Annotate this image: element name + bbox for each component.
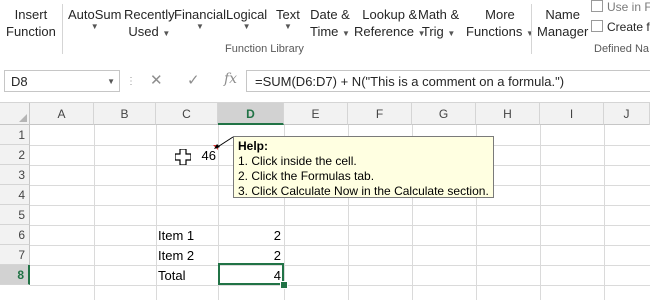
column-header-g[interactable]: G xyxy=(412,103,476,125)
column-header-j[interactable]: J xyxy=(604,103,650,125)
row-header-2[interactable]: 2 xyxy=(0,145,30,165)
math-trig-label-1: Math & xyxy=(418,7,460,22)
autosum-button[interactable]: AutoSum ▼ xyxy=(68,6,121,31)
formula-input[interactable]: =SUM(D6:D7) + N("This is a comment on a … xyxy=(246,70,650,92)
name-manager-label-2: Manager xyxy=(537,24,589,39)
column-header-d[interactable]: D xyxy=(218,103,284,125)
create-from-selection-label: Create fr xyxy=(607,20,650,34)
cell-c7[interactable]: Item 2 xyxy=(158,246,194,266)
column-header-i[interactable]: I xyxy=(540,103,604,125)
name-box[interactable]: D8 ▼ xyxy=(4,70,120,92)
text-label: Text xyxy=(276,7,300,22)
chevron-down-icon: ▼ xyxy=(90,22,99,31)
function-library-group-label: Function Library xyxy=(225,43,304,55)
recently-used-label-1: Recently xyxy=(124,7,175,22)
lookup-reference-label-2: Reference xyxy=(354,24,414,39)
insert-function-button[interactable]: Insert Function xyxy=(6,6,56,40)
fill-handle[interactable] xyxy=(280,281,288,289)
row-header-3[interactable]: 3 xyxy=(0,165,30,185)
cancel-icon[interactable]: ✕ xyxy=(150,71,163,89)
name-box-value: D8 xyxy=(11,74,28,89)
chevron-down-icon[interactable]: ▼ xyxy=(107,71,115,93)
math-trig-button[interactable]: Math & Trig ▼ xyxy=(418,6,459,42)
chevron-down-icon: ▼ xyxy=(342,29,350,38)
enter-icon[interactable]: ✓ xyxy=(187,71,200,89)
row-header-8[interactable]: 8 xyxy=(0,265,30,285)
ribbon: Insert Function AutoSum ▼ Recently Used … xyxy=(0,0,650,61)
grid-line xyxy=(604,125,605,300)
grid-line xyxy=(30,225,650,226)
chevron-down-icon: ▼ xyxy=(447,29,456,38)
row-header-4[interactable]: 4 xyxy=(0,185,30,205)
use-in-formula-label: Use in F xyxy=(607,0,650,14)
chevron-down-icon: ▼ xyxy=(162,29,171,38)
grid-line xyxy=(540,125,541,300)
more-functions-label-2: Functions xyxy=(466,24,523,39)
create-from-selection-icon xyxy=(591,20,603,32)
insert-function-fx-button[interactable]: fx xyxy=(224,71,237,87)
more-functions-button[interactable]: More Functions ▼ xyxy=(466,6,534,42)
grid-line xyxy=(94,125,95,300)
recently-used-label-2: Used xyxy=(128,24,159,39)
grid-line xyxy=(30,205,650,206)
row-header-7[interactable]: 7 xyxy=(0,245,30,265)
use-in-formula-icon xyxy=(591,0,603,12)
chevron-down-icon: ▼ xyxy=(283,22,292,31)
column-header-h[interactable]: H xyxy=(476,103,540,125)
select-all-button[interactable] xyxy=(0,103,30,125)
use-in-formula-button[interactable]: Use in F xyxy=(591,0,650,14)
date-time-label-1: Date & xyxy=(310,7,350,22)
financial-button[interactable]: Financial ▼ xyxy=(174,6,226,31)
insert-function-label-1: Insert xyxy=(14,7,48,22)
comment-line-1: 1. Click inside the cell. xyxy=(238,154,357,168)
grid-line xyxy=(30,285,650,286)
chevron-down-icon: ▼ xyxy=(526,29,534,38)
text-button[interactable]: Text ▼ xyxy=(276,6,300,31)
cell-d6[interactable]: 2 xyxy=(218,226,281,246)
more-functions-label-1: More xyxy=(485,7,515,22)
logical-button[interactable]: Logical ▼ xyxy=(226,6,267,31)
formula-bar-grip-icon[interactable]: ⋮ xyxy=(126,76,137,87)
cell-select-cursor-icon xyxy=(175,149,191,165)
active-cell-border xyxy=(218,263,284,285)
name-manager-label-1: Name xyxy=(545,7,580,22)
insert-function-label-2: Function xyxy=(6,24,56,39)
lookup-reference-button[interactable]: Lookup & Reference ▼ xyxy=(354,6,426,42)
financial-label: Financial xyxy=(174,7,227,22)
worksheet-grid: A B C D E F G H I J 1 2 3 4 5 6 7 8 46 I… xyxy=(0,103,650,300)
comment-line-3: 3. Click Calculate Now in the Calculate … xyxy=(238,184,489,198)
grid-line xyxy=(30,265,650,266)
row-header-5[interactable]: 5 xyxy=(0,205,30,225)
comment-box[interactable]: Help: 1. Click inside the cell. 2. Click… xyxy=(233,136,494,198)
recently-used-button[interactable]: Recently Used ▼ xyxy=(124,6,175,42)
comment-arrow-icon xyxy=(214,136,234,149)
defined-names-group-label: Defined Na xyxy=(594,43,650,55)
math-trig-label-2: Trig xyxy=(421,24,444,39)
column-header-e[interactable]: E xyxy=(284,103,348,125)
grid-line xyxy=(30,245,650,246)
logical-label: Logical xyxy=(226,7,268,22)
comment-line-2: 2. Click the Formulas tab. xyxy=(238,169,375,183)
date-time-label-2: Time xyxy=(310,24,339,39)
row-header-1[interactable]: 1 xyxy=(0,125,30,145)
column-header-b[interactable]: B xyxy=(94,103,156,125)
column-header-c[interactable]: C xyxy=(156,103,218,125)
column-header-a[interactable]: A xyxy=(30,103,94,125)
ribbon-separator xyxy=(531,4,532,54)
date-time-button[interactable]: Date & Time ▼ xyxy=(310,6,350,42)
create-from-selection-button[interactable]: Create fr xyxy=(591,20,650,34)
ribbon-separator xyxy=(62,4,63,54)
name-manager-button[interactable]: Name Manager xyxy=(537,6,588,40)
chevron-down-icon: ▼ xyxy=(196,22,204,31)
column-header-f[interactable]: F xyxy=(348,103,412,125)
row-header-6[interactable]: 6 xyxy=(0,225,30,245)
select-all-triangle-icon xyxy=(19,114,27,122)
cell-c6[interactable]: Item 1 xyxy=(158,226,194,246)
comment-title: Help: xyxy=(238,139,268,153)
cell-c8[interactable]: Total xyxy=(158,266,185,286)
lookup-reference-label-1: Lookup & xyxy=(362,7,418,22)
autosum-label: AutoSum xyxy=(68,7,122,22)
formula-bar: D8 ▼ ⋮ ✕ ✓ fx =SUM(D6:D7) + N("This is a… xyxy=(0,60,650,103)
chevron-down-icon: ▼ xyxy=(242,22,251,31)
